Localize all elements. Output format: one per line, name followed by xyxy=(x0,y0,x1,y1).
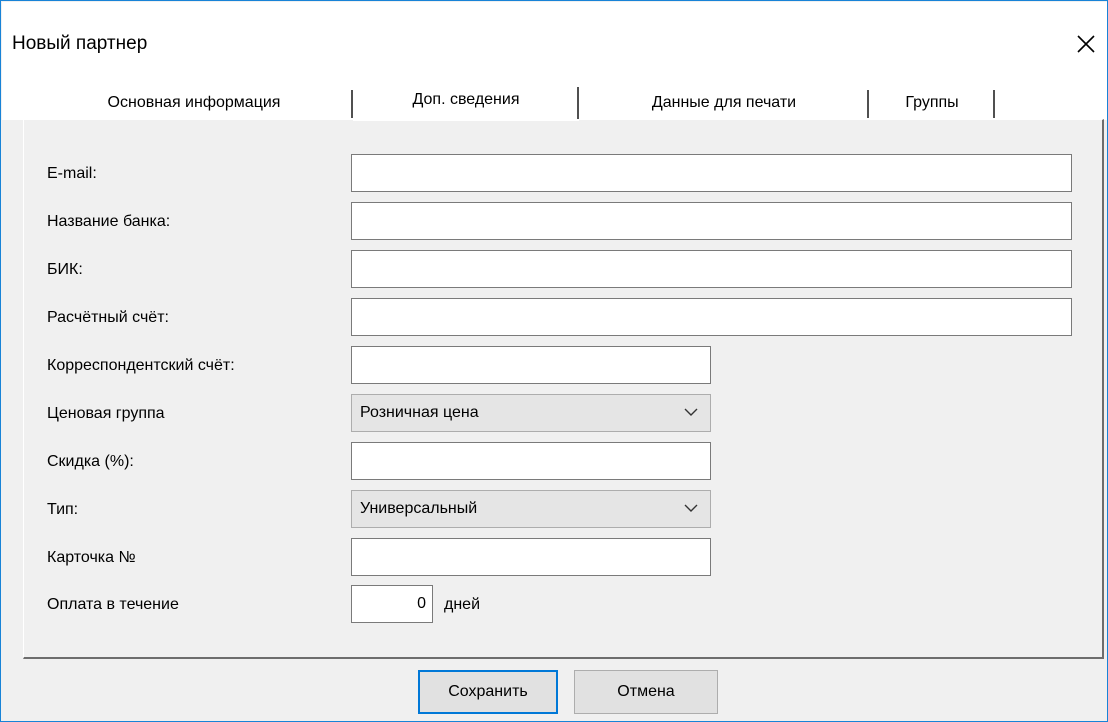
settlement-account-field[interactable] xyxy=(351,298,1072,336)
tab-label: Группы xyxy=(905,94,959,111)
price-group-value: Розничная цена xyxy=(360,404,479,421)
payment-term-unit: дней xyxy=(444,596,481,613)
tab-main-info[interactable]: Основная информация xyxy=(35,88,353,121)
discount-field[interactable] xyxy=(351,442,711,480)
bank-name-field[interactable] xyxy=(351,202,1072,240)
close-button[interactable] xyxy=(1064,22,1108,66)
correspondent-account-field[interactable] xyxy=(351,346,711,384)
dialog-window: Новый партнер Основная информация Доп. с… xyxy=(0,0,1108,722)
type-select[interactable]: Универсальный xyxy=(351,490,711,528)
chevron-down-icon xyxy=(684,504,698,512)
cancel-button[interactable]: Отмена xyxy=(574,670,718,714)
card-number-field[interactable] xyxy=(351,538,711,576)
correspondent-account-label: Корреспондентский счёт: xyxy=(47,357,235,374)
title-bar: Новый партнер xyxy=(2,2,1107,80)
settlement-account-label: Расчётный счёт: xyxy=(47,309,169,326)
payment-term-field[interactable]: 0 xyxy=(351,585,433,623)
discount-label: Скидка (%): xyxy=(47,453,134,470)
tab-panel xyxy=(23,119,1104,659)
tab-print-data[interactable]: Данные для печати xyxy=(579,88,869,121)
tab-additional-info[interactable]: Доп. сведения xyxy=(353,85,579,121)
type-value: Универсальный xyxy=(360,500,478,517)
price-group-label: Ценовая группа xyxy=(47,405,165,422)
bik-label: БИК: xyxy=(47,261,83,278)
type-label: Тип: xyxy=(47,501,79,518)
card-number-label: Карточка № xyxy=(47,549,136,566)
tab-label: Данные для печати xyxy=(651,94,797,111)
bank-name-label: Название банка: xyxy=(47,213,171,230)
chevron-down-icon xyxy=(684,408,698,416)
tab-groups[interactable]: Группы xyxy=(869,88,995,121)
price-group-select[interactable]: Розничная цена xyxy=(351,394,711,432)
bik-field[interactable] xyxy=(351,250,1072,288)
tab-label: Доп. сведения xyxy=(412,91,520,108)
email-label: E-mail: xyxy=(47,165,97,182)
save-button[interactable]: Сохранить xyxy=(418,670,558,714)
email-field[interactable] xyxy=(351,154,1072,192)
window-title: Новый партнер xyxy=(12,33,148,54)
payment-term-label: Оплата в течение xyxy=(47,596,179,613)
close-icon xyxy=(1077,35,1095,53)
tab-label: Основная информация xyxy=(107,94,281,111)
